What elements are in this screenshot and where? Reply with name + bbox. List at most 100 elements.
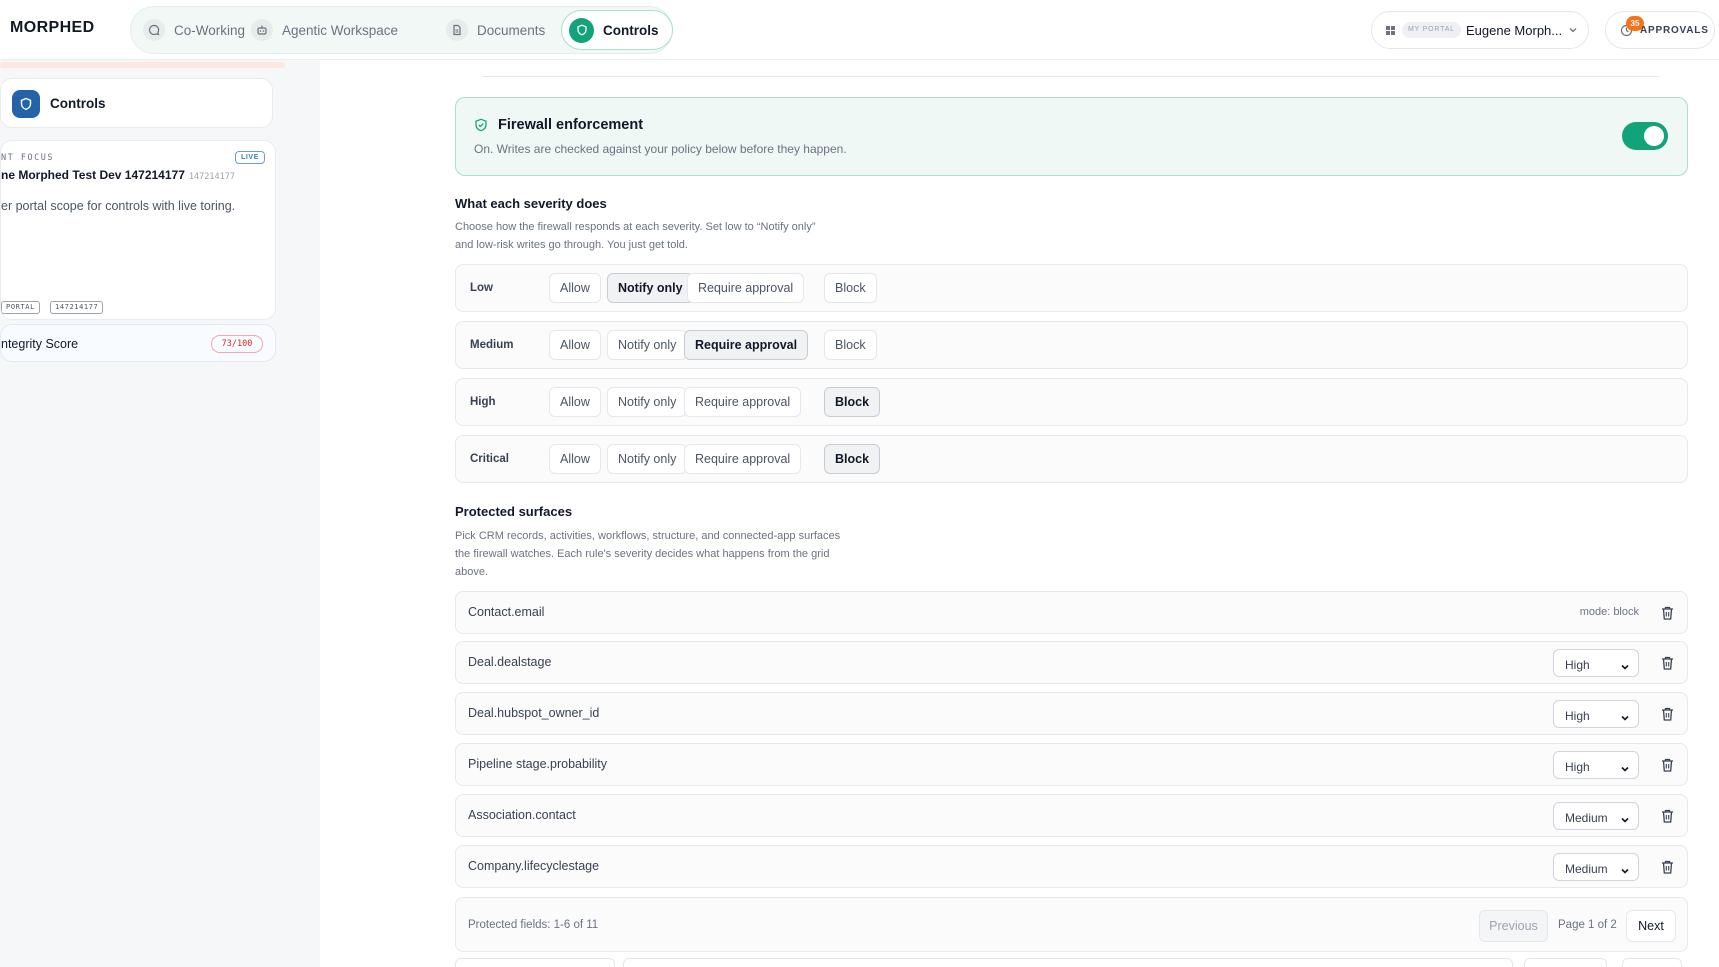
- severity-option-notify-only[interactable]: Notify only: [607, 330, 688, 360]
- portal-user-menu[interactable]: MY PORTAL Eugene Morph...: [1371, 11, 1589, 49]
- tab-label: Co-Working: [174, 22, 246, 38]
- severity-option-block[interactable]: Block: [824, 273, 877, 303]
- severity-label: Low: [470, 282, 493, 294]
- severity-option-require-approval[interactable]: Require approval: [684, 444, 802, 474]
- portal-focus-card: NT FOCUS LIVE ne Morphed Test Dev 147214…: [0, 140, 276, 320]
- description-line: and low-risk writes go through. You just…: [455, 239, 688, 251]
- sidebar-accent-strip: [0, 62, 285, 68]
- severity-select-value: Medium: [1565, 862, 1608, 876]
- tab-agentic-workspace[interactable]: Agentic Workspace: [251, 13, 398, 47]
- trash-icon[interactable]: [1660, 859, 1675, 875]
- severity-option-block[interactable]: Block: [824, 444, 881, 474]
- chevron-down-icon: [1620, 812, 1630, 823]
- sidebar: Controls NT FOCUS LIVE ne Morphed Test D…: [0, 60, 320, 967]
- tab-co-working[interactable]: Co-Working: [143, 13, 245, 47]
- peek-box: [1622, 958, 1682, 967]
- surface-mode: mode: block: [1579, 606, 1639, 618]
- surface-field-name: Company.lifecyclestage: [468, 859, 600, 873]
- top-bar: MORPHED Co-Working Agentic Workspace Doc…: [0, 0, 1719, 60]
- surface-field-name: Association.contact: [468, 808, 576, 822]
- severity-select[interactable]: Medium: [1553, 802, 1639, 830]
- sidebar-item-label: Controls: [50, 96, 106, 111]
- severity-select-value: High: [1565, 709, 1590, 723]
- chevron-down-icon: [1620, 710, 1630, 721]
- severity-select[interactable]: High: [1553, 751, 1639, 779]
- shield-icon: [569, 17, 594, 43]
- grid-icon: [1386, 26, 1395, 35]
- severity-option-allow[interactable]: Allow: [549, 387, 601, 417]
- severity-label: Medium: [470, 339, 514, 351]
- protected-surface-row: Pipeline stage.probability High: [455, 743, 1688, 786]
- trash-icon[interactable]: [1660, 808, 1675, 824]
- severity-option-require-approval[interactable]: Require approval: [687, 273, 805, 303]
- portal-name: ne Morphed Test Dev 147214177 147214177: [1, 168, 235, 182]
- protected-surface-row: Company.lifecyclestage Medium: [455, 845, 1688, 888]
- app-logo[interactable]: MORPHED: [10, 19, 95, 37]
- tab-label: Documents: [477, 22, 546, 38]
- portal-id: 147214177: [188, 172, 235, 182]
- surface-field-name: Contact.email: [468, 605, 545, 619]
- severity-label: Critical: [470, 453, 509, 465]
- severity-option-allow[interactable]: Allow: [549, 444, 601, 474]
- peek-box: [1524, 958, 1607, 967]
- severity-select[interactable]: High: [1553, 649, 1639, 677]
- severity-option-notify-only[interactable]: Notify only: [607, 273, 694, 303]
- integrity-score-item[interactable]: ntegrity Score 73/100: [0, 324, 276, 362]
- peek-box: [455, 958, 615, 967]
- section-divider: [482, 76, 1660, 77]
- severity-option-require-approval[interactable]: Require approval: [684, 330, 809, 360]
- trash-icon[interactable]: [1660, 757, 1675, 773]
- tab-label: Controls: [603, 22, 659, 38]
- firewall-enforcement-panel: Firewall enforcement On. Writes are chec…: [455, 97, 1688, 176]
- severity-section-title: What each severity does: [455, 196, 607, 211]
- integrity-score-badge: 73/100: [211, 335, 263, 353]
- trash-icon[interactable]: [1660, 655, 1675, 671]
- trash-icon[interactable]: [1660, 605, 1675, 621]
- surface-field-name: Pipeline stage.probability: [468, 757, 607, 771]
- surface-field-name: Deal.dealstage: [468, 655, 552, 669]
- severity-select-value: High: [1565, 760, 1590, 774]
- protected-surface-row: Deal.dealstage High: [455, 641, 1688, 684]
- approvals-button[interactable]: 35 APPROVALS: [1605, 11, 1715, 49]
- portal-tag: PORTAL: [1, 301, 40, 314]
- severity-option-notify-only[interactable]: Notify only: [607, 444, 688, 474]
- portal-id-tag: 147214177: [50, 301, 104, 314]
- previous-page-button[interactable]: Previous: [1479, 910, 1548, 942]
- severity-option-block[interactable]: Block: [824, 387, 881, 417]
- severity-row-critical: Critical Allow Notify only Require approval…: [455, 435, 1688, 483]
- protected-surface-row: Association.contact Medium: [455, 794, 1688, 837]
- chevron-down-icon: [1569, 28, 1577, 33]
- severity-label: High: [470, 396, 496, 408]
- severity-select[interactable]: Medium: [1553, 853, 1639, 881]
- severity-option-allow[interactable]: Allow: [549, 330, 601, 360]
- portal-tag: MY PORTAL: [1402, 22, 1461, 38]
- severity-option-notify-only[interactable]: Notify only: [607, 387, 688, 417]
- severity-select[interactable]: High: [1553, 700, 1639, 728]
- toggle-knob: [1644, 126, 1664, 146]
- next-section-peek: [455, 958, 1688, 967]
- severity-option-block[interactable]: Block: [824, 330, 877, 360]
- surface-field-name: Deal.hubspot_owner_id: [468, 706, 600, 720]
- tab-documents[interactable]: Documents: [446, 13, 545, 47]
- next-page-button[interactable]: Next: [1626, 910, 1676, 942]
- severity-row-low: Low Allow Notify only Require approval Block: [455, 264, 1688, 312]
- firewall-title: Firewall enforcement: [498, 117, 644, 133]
- severity-row-medium: Medium Allow Notify only Require approval Bl…: [455, 321, 1688, 369]
- chevron-down-icon: [1620, 761, 1630, 772]
- peek-box: [623, 958, 1513, 967]
- sidebar-item-controls[interactable]: Controls: [0, 78, 273, 128]
- protected-surface-row: Deal.hubspot_owner_id High: [455, 692, 1688, 735]
- user-name: Eugene Morph...: [1466, 23, 1563, 38]
- tab-label: Agentic Workspace: [282, 22, 399, 38]
- robot-icon: [251, 19, 273, 41]
- tab-controls[interactable]: Controls: [561, 10, 673, 50]
- trash-icon[interactable]: [1660, 706, 1675, 722]
- shield-icon: [12, 90, 40, 118]
- page-indicator: Page 1 of 2: [1558, 919, 1617, 931]
- severity-option-allow[interactable]: Allow: [549, 273, 601, 303]
- description-line: Pick CRM records, activities, workflows,…: [455, 530, 841, 542]
- firewall-subtitle: On. Writes are checked against your poli…: [474, 142, 847, 156]
- firewall-toggle[interactable]: [1622, 122, 1668, 150]
- severity-option-require-approval[interactable]: Require approval: [684, 387, 802, 417]
- surfaces-section-description: Pick CRM records, activities, workflows,…: [455, 527, 840, 581]
